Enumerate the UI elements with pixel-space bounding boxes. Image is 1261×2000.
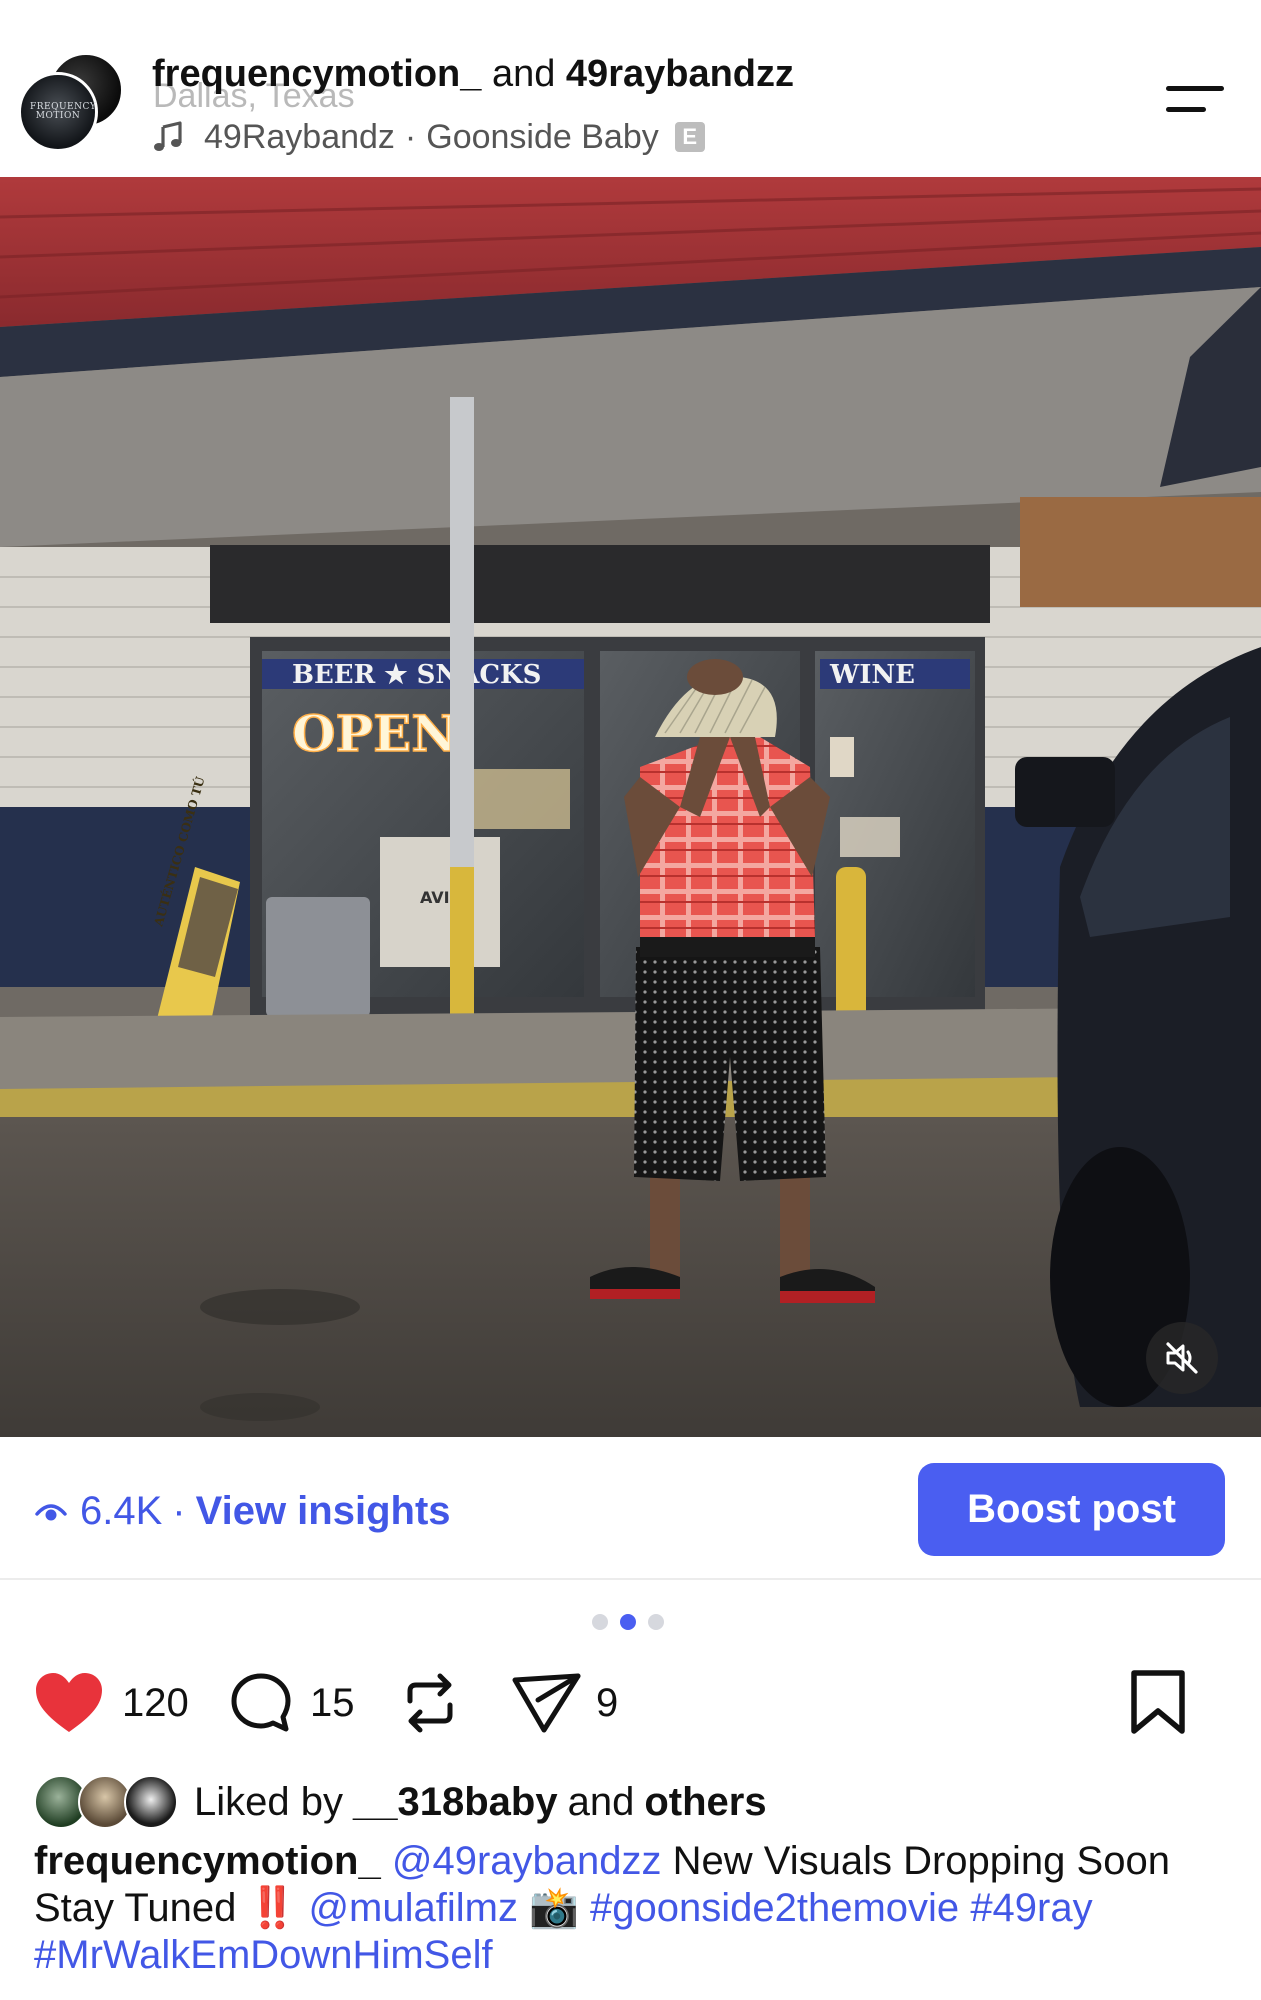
audio-track: Goonside Baby xyxy=(426,117,659,156)
author-conjunction: and xyxy=(491,53,556,95)
like-action[interactable]: 120 xyxy=(34,1668,189,1738)
explicit-badge: E xyxy=(674,122,705,152)
bookmark-icon[interactable] xyxy=(1128,1669,1188,1735)
insights-row[interactable]: 6.4K · View insights xyxy=(34,1478,451,1544)
likes-count: 120 xyxy=(122,1680,189,1725)
comment-action[interactable]: 15 xyxy=(230,1668,355,1738)
post-header: FREQUENCY MOTION Dallas, Texas frequency… xyxy=(0,0,1261,177)
caption-hashtag[interactable]: #goonside2themovie xyxy=(590,1886,959,1930)
carousel-indicator xyxy=(592,1614,664,1630)
carousel-dot xyxy=(648,1614,664,1630)
collab-avatars[interactable]: FREQUENCY MOTION xyxy=(18,48,124,152)
beer-snacks-sign: BEER ★ SNACKS xyxy=(292,660,541,690)
repost-icon[interactable] xyxy=(400,1671,460,1735)
section-divider xyxy=(0,1578,1261,1580)
music-note-icon xyxy=(154,121,182,151)
post-authors: frequencymotion_ and 49raybandzz xyxy=(152,52,794,96)
author-username[interactable]: frequencymotion_ xyxy=(152,53,481,95)
audio-separator: · xyxy=(404,117,417,156)
caption-username[interactable]: frequencymotion_ xyxy=(34,1839,381,1883)
post-actions: 120 15 9 xyxy=(34,1668,1234,1738)
collaborator-username[interactable]: 49raybandzz xyxy=(566,53,794,95)
comments-count: 15 xyxy=(310,1680,355,1725)
open-neon-sign: OPEN xyxy=(292,704,457,763)
avatar-logo-text: FREQUENCY MOTION xyxy=(30,102,97,121)
caption-hashtag[interactable]: #MrWalkEmDownHimSelf xyxy=(34,1933,493,1977)
liked-by-others[interactable]: others xyxy=(644,1780,766,1825)
liked-by-prefix: Liked by xyxy=(194,1779,343,1824)
storefront-photo: BEER ★ SNACKS WINE OPEN AVISO AUTÉNTICO … xyxy=(0,177,1261,1437)
boost-post-button[interactable]: Boost post xyxy=(918,1463,1225,1556)
view-insights-link[interactable]: View insights xyxy=(196,1489,451,1534)
mute-button[interactable] xyxy=(1146,1322,1218,1394)
send-icon[interactable] xyxy=(512,1672,582,1734)
insights-separator: · xyxy=(172,1488,186,1533)
views-eye-icon xyxy=(35,1504,67,1521)
menu-icon[interactable] xyxy=(1164,80,1226,120)
caption-hashtag[interactable]: #49ray xyxy=(970,1886,1092,1930)
caption-mention[interactable]: @mulafilmz xyxy=(308,1886,518,1930)
caption-mention[interactable]: @49raybandzz xyxy=(392,1839,662,1883)
audio-artist: 49Raybandz xyxy=(204,117,395,156)
shares-count: 9 xyxy=(596,1680,619,1725)
author-avatar[interactable]: FREQUENCY MOTION xyxy=(18,72,98,152)
views-count: 6.4K xyxy=(80,1488,163,1533)
audio-attribution[interactable]: 49Raybandz · Goonside Baby E xyxy=(152,115,705,159)
liker-avatar xyxy=(124,1775,178,1829)
heart-icon[interactable] xyxy=(34,1672,104,1734)
liked-by-row[interactable]: Liked by __318baby and others xyxy=(34,1773,767,1831)
carousel-dot-active xyxy=(620,1614,636,1630)
liked-by-middle: and xyxy=(567,1779,635,1824)
comment-icon[interactable] xyxy=(230,1672,292,1734)
double-exclamation-emoji: ‼️ xyxy=(247,1886,298,1930)
muted-speaker-icon xyxy=(1166,1342,1198,1374)
post-photo[interactable]: BEER ★ SNACKS WINE OPEN AVISO AUTÉNTICO … xyxy=(0,177,1261,1437)
carousel-dot xyxy=(592,1614,608,1630)
share-action[interactable]: 9 xyxy=(512,1668,618,1738)
liked-by-user[interactable]: __318baby xyxy=(353,1780,558,1825)
wine-sign: WINE xyxy=(829,660,915,690)
liker-avatars[interactable] xyxy=(34,1775,184,1829)
repost-action[interactable] xyxy=(400,1668,460,1738)
post-caption: frequencymotion_ @49raybandzz New Visual… xyxy=(34,1838,1234,1979)
camera-flash-emoji: 📸 xyxy=(529,1886,579,1930)
